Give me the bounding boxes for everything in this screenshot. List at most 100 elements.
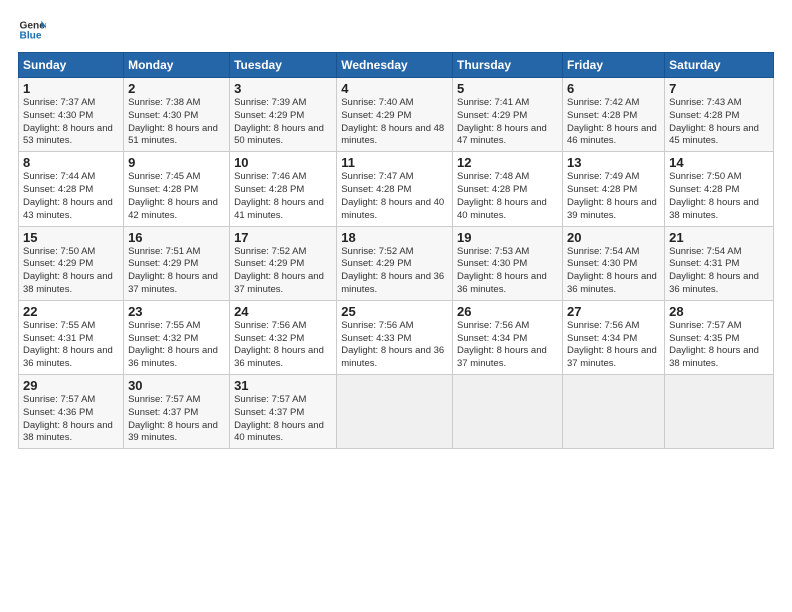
week-row-1: 1Sunrise: 7:37 AMSunset: 4:30 PMDaylight… [19, 78, 774, 152]
day-info: Sunrise: 7:42 AMSunset: 4:28 PMDaylight:… [567, 97, 660, 148]
day-number: 2 [128, 81, 225, 96]
week-row-5: 29Sunrise: 7:57 AMSunset: 4:36 PMDayligh… [19, 375, 774, 449]
day-cell: 13Sunrise: 7:49 AMSunset: 4:28 PMDayligh… [563, 152, 665, 226]
day-number: 5 [457, 81, 558, 96]
day-cell: 7Sunrise: 7:43 AMSunset: 4:28 PMDaylight… [665, 78, 774, 152]
day-info: Sunrise: 7:57 AMSunset: 4:35 PMDaylight:… [669, 320, 769, 371]
day-cell: 19Sunrise: 7:53 AMSunset: 4:30 PMDayligh… [453, 226, 563, 300]
day-info: Sunrise: 7:55 AMSunset: 4:32 PMDaylight:… [128, 320, 225, 371]
day-cell: 12Sunrise: 7:48 AMSunset: 4:28 PMDayligh… [453, 152, 563, 226]
day-number: 30 [128, 378, 225, 393]
col-header-tuesday: Tuesday [230, 53, 337, 78]
day-info: Sunrise: 7:57 AMSunset: 4:37 PMDaylight:… [128, 394, 225, 445]
day-cell [337, 375, 453, 449]
day-number: 22 [23, 304, 119, 319]
day-info: Sunrise: 7:56 AMSunset: 4:34 PMDaylight:… [457, 320, 558, 371]
col-header-wednesday: Wednesday [337, 53, 453, 78]
day-cell: 5Sunrise: 7:41 AMSunset: 4:29 PMDaylight… [453, 78, 563, 152]
day-cell: 20Sunrise: 7:54 AMSunset: 4:30 PMDayligh… [563, 226, 665, 300]
header-area: GeneralBlue [18, 16, 774, 44]
day-number: 10 [234, 155, 332, 170]
day-cell [453, 375, 563, 449]
col-header-sunday: Sunday [19, 53, 124, 78]
day-cell: 17Sunrise: 7:52 AMSunset: 4:29 PMDayligh… [230, 226, 337, 300]
day-info: Sunrise: 7:57 AMSunset: 4:36 PMDaylight:… [23, 394, 119, 445]
day-number: 16 [128, 230, 225, 245]
day-cell: 1Sunrise: 7:37 AMSunset: 4:30 PMDaylight… [19, 78, 124, 152]
day-number: 4 [341, 81, 448, 96]
day-cell: 15Sunrise: 7:50 AMSunset: 4:29 PMDayligh… [19, 226, 124, 300]
col-header-thursday: Thursday [453, 53, 563, 78]
calendar-table: SundayMondayTuesdayWednesdayThursdayFrid… [18, 52, 774, 449]
day-number: 20 [567, 230, 660, 245]
day-number: 29 [23, 378, 119, 393]
day-info: Sunrise: 7:57 AMSunset: 4:37 PMDaylight:… [234, 394, 332, 445]
day-number: 14 [669, 155, 769, 170]
day-cell [665, 375, 774, 449]
day-cell: 4Sunrise: 7:40 AMSunset: 4:29 PMDaylight… [337, 78, 453, 152]
day-info: Sunrise: 7:50 AMSunset: 4:28 PMDaylight:… [669, 171, 769, 222]
day-info: Sunrise: 7:45 AMSunset: 4:28 PMDaylight:… [128, 171, 225, 222]
day-info: Sunrise: 7:55 AMSunset: 4:31 PMDaylight:… [23, 320, 119, 371]
day-number: 21 [669, 230, 769, 245]
day-info: Sunrise: 7:41 AMSunset: 4:29 PMDaylight:… [457, 97, 558, 148]
day-cell: 2Sunrise: 7:38 AMSunset: 4:30 PMDaylight… [124, 78, 230, 152]
col-header-saturday: Saturday [665, 53, 774, 78]
day-cell: 10Sunrise: 7:46 AMSunset: 4:28 PMDayligh… [230, 152, 337, 226]
day-number: 28 [669, 304, 769, 319]
day-info: Sunrise: 7:37 AMSunset: 4:30 PMDaylight:… [23, 97, 119, 148]
day-info: Sunrise: 7:47 AMSunset: 4:28 PMDaylight:… [341, 171, 448, 222]
day-info: Sunrise: 7:38 AMSunset: 4:30 PMDaylight:… [128, 97, 225, 148]
day-info: Sunrise: 7:43 AMSunset: 4:28 PMDaylight:… [669, 97, 769, 148]
day-number: 18 [341, 230, 448, 245]
logo-icon: GeneralBlue [18, 16, 46, 44]
day-cell: 9Sunrise: 7:45 AMSunset: 4:28 PMDaylight… [124, 152, 230, 226]
day-number: 25 [341, 304, 448, 319]
day-info: Sunrise: 7:48 AMSunset: 4:28 PMDaylight:… [457, 171, 558, 222]
week-row-3: 15Sunrise: 7:50 AMSunset: 4:29 PMDayligh… [19, 226, 774, 300]
day-info: Sunrise: 7:53 AMSunset: 4:30 PMDaylight:… [457, 246, 558, 297]
day-number: 26 [457, 304, 558, 319]
day-info: Sunrise: 7:52 AMSunset: 4:29 PMDaylight:… [234, 246, 332, 297]
page: GeneralBlue SundayMondayTuesdayWednesday… [0, 0, 792, 612]
day-number: 11 [341, 155, 448, 170]
col-header-monday: Monday [124, 53, 230, 78]
day-cell: 18Sunrise: 7:52 AMSunset: 4:29 PMDayligh… [337, 226, 453, 300]
day-number: 1 [23, 81, 119, 96]
day-cell: 29Sunrise: 7:57 AMSunset: 4:36 PMDayligh… [19, 375, 124, 449]
day-info: Sunrise: 7:54 AMSunset: 4:31 PMDaylight:… [669, 246, 769, 297]
day-cell: 3Sunrise: 7:39 AMSunset: 4:29 PMDaylight… [230, 78, 337, 152]
logo: GeneralBlue [18, 16, 46, 44]
day-cell: 30Sunrise: 7:57 AMSunset: 4:37 PMDayligh… [124, 375, 230, 449]
day-cell: 16Sunrise: 7:51 AMSunset: 4:29 PMDayligh… [124, 226, 230, 300]
day-info: Sunrise: 7:56 AMSunset: 4:33 PMDaylight:… [341, 320, 448, 371]
day-cell: 25Sunrise: 7:56 AMSunset: 4:33 PMDayligh… [337, 300, 453, 374]
svg-text:Blue: Blue [20, 31, 42, 42]
header-row: SundayMondayTuesdayWednesdayThursdayFrid… [19, 53, 774, 78]
day-info: Sunrise: 7:50 AMSunset: 4:29 PMDaylight:… [23, 246, 119, 297]
day-cell: 22Sunrise: 7:55 AMSunset: 4:31 PMDayligh… [19, 300, 124, 374]
day-info: Sunrise: 7:54 AMSunset: 4:30 PMDaylight:… [567, 246, 660, 297]
day-cell: 11Sunrise: 7:47 AMSunset: 4:28 PMDayligh… [337, 152, 453, 226]
day-number: 7 [669, 81, 769, 96]
day-number: 19 [457, 230, 558, 245]
day-cell: 6Sunrise: 7:42 AMSunset: 4:28 PMDaylight… [563, 78, 665, 152]
day-info: Sunrise: 7:46 AMSunset: 4:28 PMDaylight:… [234, 171, 332, 222]
day-cell [563, 375, 665, 449]
day-cell: 14Sunrise: 7:50 AMSunset: 4:28 PMDayligh… [665, 152, 774, 226]
day-info: Sunrise: 7:51 AMSunset: 4:29 PMDaylight:… [128, 246, 225, 297]
day-cell: 26Sunrise: 7:56 AMSunset: 4:34 PMDayligh… [453, 300, 563, 374]
day-number: 23 [128, 304, 225, 319]
day-number: 15 [23, 230, 119, 245]
day-cell: 8Sunrise: 7:44 AMSunset: 4:28 PMDaylight… [19, 152, 124, 226]
day-number: 6 [567, 81, 660, 96]
day-number: 27 [567, 304, 660, 319]
day-number: 9 [128, 155, 225, 170]
day-cell: 24Sunrise: 7:56 AMSunset: 4:32 PMDayligh… [230, 300, 337, 374]
col-header-friday: Friday [563, 53, 665, 78]
week-row-4: 22Sunrise: 7:55 AMSunset: 4:31 PMDayligh… [19, 300, 774, 374]
day-info: Sunrise: 7:52 AMSunset: 4:29 PMDaylight:… [341, 246, 448, 297]
day-info: Sunrise: 7:40 AMSunset: 4:29 PMDaylight:… [341, 97, 448, 148]
day-number: 13 [567, 155, 660, 170]
day-cell: 28Sunrise: 7:57 AMSunset: 4:35 PMDayligh… [665, 300, 774, 374]
